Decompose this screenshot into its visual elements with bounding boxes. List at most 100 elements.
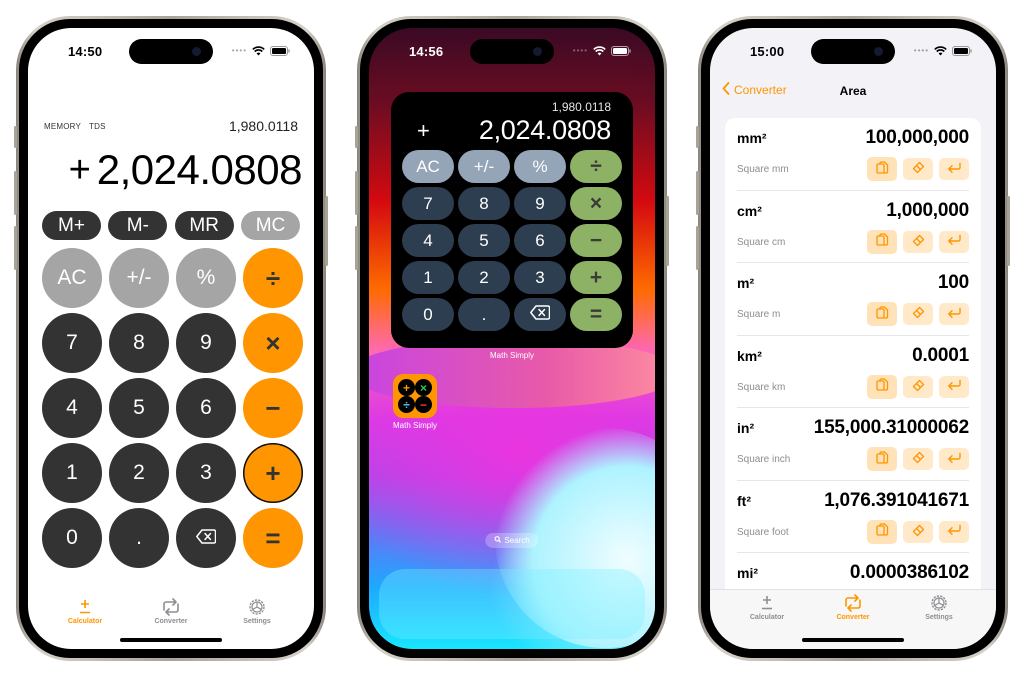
digit-7-button[interactable]: 7 bbox=[402, 187, 454, 220]
copy-button[interactable] bbox=[867, 374, 897, 399]
use-value-button[interactable] bbox=[939, 230, 969, 253]
app-label: Math Simply bbox=[392, 421, 437, 430]
unit-value[interactable]: 1,000,000 bbox=[886, 200, 969, 222]
dynamic-island bbox=[129, 39, 213, 64]
divide-button[interactable]: ÷ bbox=[243, 248, 303, 308]
home-indicator[interactable] bbox=[802, 638, 904, 642]
memory-subtract-button[interactable]: M- bbox=[108, 211, 168, 240]
clear-button[interactable] bbox=[903, 158, 933, 180]
digit-4-button[interactable]: 4 bbox=[42, 378, 102, 438]
subtract-button[interactable]: − bbox=[243, 378, 303, 438]
percent-button[interactable]: % bbox=[176, 248, 236, 308]
decimal-button[interactable]: . bbox=[458, 298, 510, 331]
clear-button[interactable] bbox=[903, 230, 933, 253]
backspace-button[interactable] bbox=[514, 298, 566, 331]
dock bbox=[379, 569, 645, 639]
widget-keypad: AC +/-% ÷ 7 8 9 × 4 5 6− 1 2 3 +0. = bbox=[401, 150, 623, 331]
use-value-button[interactable] bbox=[939, 375, 969, 398]
use-value-button[interactable] bbox=[939, 303, 969, 325]
decimal-button[interactable]: . bbox=[109, 508, 169, 568]
tab-calculator[interactable]: Calculator bbox=[732, 594, 802, 649]
backspace-button[interactable] bbox=[176, 508, 236, 568]
unit-name: Square foot bbox=[737, 526, 789, 538]
digit-3-button[interactable]: 3 bbox=[514, 261, 566, 294]
math-simply-app-icon[interactable]: + × ÷ − bbox=[393, 374, 437, 418]
backspace-icon bbox=[196, 526, 217, 550]
home-indicator[interactable] bbox=[120, 638, 222, 642]
settings-icon bbox=[930, 594, 948, 612]
digit-3-button[interactable]: 3 bbox=[176, 443, 236, 503]
unit-value[interactable]: 0.0000386102 bbox=[850, 562, 969, 584]
equals-button[interactable]: = bbox=[243, 508, 303, 568]
digit-2-button[interactable]: 2 bbox=[458, 261, 510, 294]
copy-button[interactable] bbox=[867, 157, 897, 181]
clear-button[interactable]: AC bbox=[42, 248, 102, 308]
sign-toggle-button[interactable]: +/- bbox=[109, 248, 169, 308]
digit-6-button[interactable]: 6 bbox=[514, 224, 566, 257]
memory-row: MEMORY TDS 1,980.0118 bbox=[44, 118, 298, 134]
use-value-button[interactable] bbox=[939, 448, 969, 470]
tab-converter[interactable]: Converter bbox=[136, 597, 206, 625]
multiply-icon: × bbox=[415, 379, 432, 396]
digit-8-button[interactable]: 8 bbox=[109, 313, 169, 373]
copy-button[interactable] bbox=[867, 447, 897, 471]
clear-button[interactable] bbox=[903, 375, 933, 398]
clear-button[interactable] bbox=[903, 448, 933, 470]
widget-display-operator: + bbox=[417, 117, 430, 143]
clear-button[interactable] bbox=[903, 303, 933, 325]
unit-value[interactable]: 100 bbox=[938, 272, 969, 294]
tab-settings[interactable]: Settings bbox=[904, 594, 974, 649]
unit-value[interactable]: 0.0001 bbox=[912, 345, 969, 367]
digit-8-button[interactable]: 8 bbox=[458, 187, 510, 220]
equals-button[interactable]: = bbox=[570, 298, 622, 331]
digit-5-button[interactable]: 5 bbox=[458, 224, 510, 257]
tab-calculator[interactable]: Calculator bbox=[50, 598, 120, 625]
clear-button[interactable]: AC bbox=[402, 150, 454, 183]
memory-recall-button[interactable]: MR bbox=[174, 211, 234, 240]
digit-2-button[interactable]: 2 bbox=[109, 443, 169, 503]
copy-button[interactable] bbox=[867, 229, 897, 254]
tab-settings[interactable]: Settings bbox=[222, 598, 292, 625]
copy-button[interactable] bbox=[867, 302, 897, 326]
unit-value[interactable]: 100,000,000 bbox=[866, 127, 970, 149]
digit-1-button[interactable]: 1 bbox=[402, 261, 454, 294]
unit-value[interactable]: 1,076.391041671 bbox=[824, 490, 969, 512]
multiply-button[interactable]: × bbox=[570, 187, 622, 220]
wifi-icon bbox=[934, 46, 947, 56]
side-button bbox=[325, 196, 328, 266]
digit-6-button[interactable]: 6 bbox=[176, 378, 236, 438]
search-button[interactable]: Search bbox=[485, 533, 539, 548]
volume-down-button bbox=[355, 226, 358, 270]
unit-actions bbox=[867, 157, 969, 181]
copy-button[interactable] bbox=[867, 519, 897, 544]
display-operator: + bbox=[68, 148, 91, 191]
add-button[interactable]: + bbox=[243, 443, 303, 503]
digit-9-button[interactable]: 9 bbox=[514, 187, 566, 220]
multiply-button[interactable]: × bbox=[243, 313, 303, 373]
unit-actions bbox=[867, 302, 969, 326]
use-value-button[interactable] bbox=[939, 158, 969, 180]
use-value-button[interactable] bbox=[939, 520, 969, 543]
plus-minus-icon bbox=[760, 594, 774, 612]
calculator-widget[interactable]: 1,980.0118 + 2,024.0808 AC +/-% ÷ 7 8 9 × 4 5 6− 1… bbox=[391, 92, 633, 348]
tab-label: Settings bbox=[925, 614, 953, 621]
memory-clear-button[interactable]: MC bbox=[240, 211, 300, 240]
add-button[interactable]: + bbox=[570, 261, 622, 294]
digit-0-button[interactable]: 0 bbox=[402, 298, 454, 331]
sign-toggle-button[interactable]: +/- bbox=[458, 150, 510, 183]
divide-button[interactable]: ÷ bbox=[570, 150, 622, 183]
digit-5-button[interactable]: 5 bbox=[109, 378, 169, 438]
digit-9-button[interactable]: 9 bbox=[176, 313, 236, 373]
subtract-button[interactable]: − bbox=[570, 224, 622, 257]
digit-1-button[interactable]: 1 bbox=[42, 443, 102, 503]
digit-0-button[interactable]: 0 bbox=[42, 508, 102, 568]
unit-symbol: mm² bbox=[737, 130, 767, 146]
unit-value[interactable]: 155,000.31000062 bbox=[814, 417, 969, 439]
clear-button[interactable] bbox=[903, 520, 933, 543]
unit-name: Square mm bbox=[737, 164, 789, 175]
volume-up-button bbox=[696, 171, 699, 215]
percent-button[interactable]: % bbox=[514, 150, 566, 183]
memory-add-button[interactable]: M+ bbox=[42, 211, 101, 240]
digit-4-button[interactable]: 4 bbox=[402, 224, 454, 257]
digit-7-button[interactable]: 7 bbox=[42, 313, 102, 373]
